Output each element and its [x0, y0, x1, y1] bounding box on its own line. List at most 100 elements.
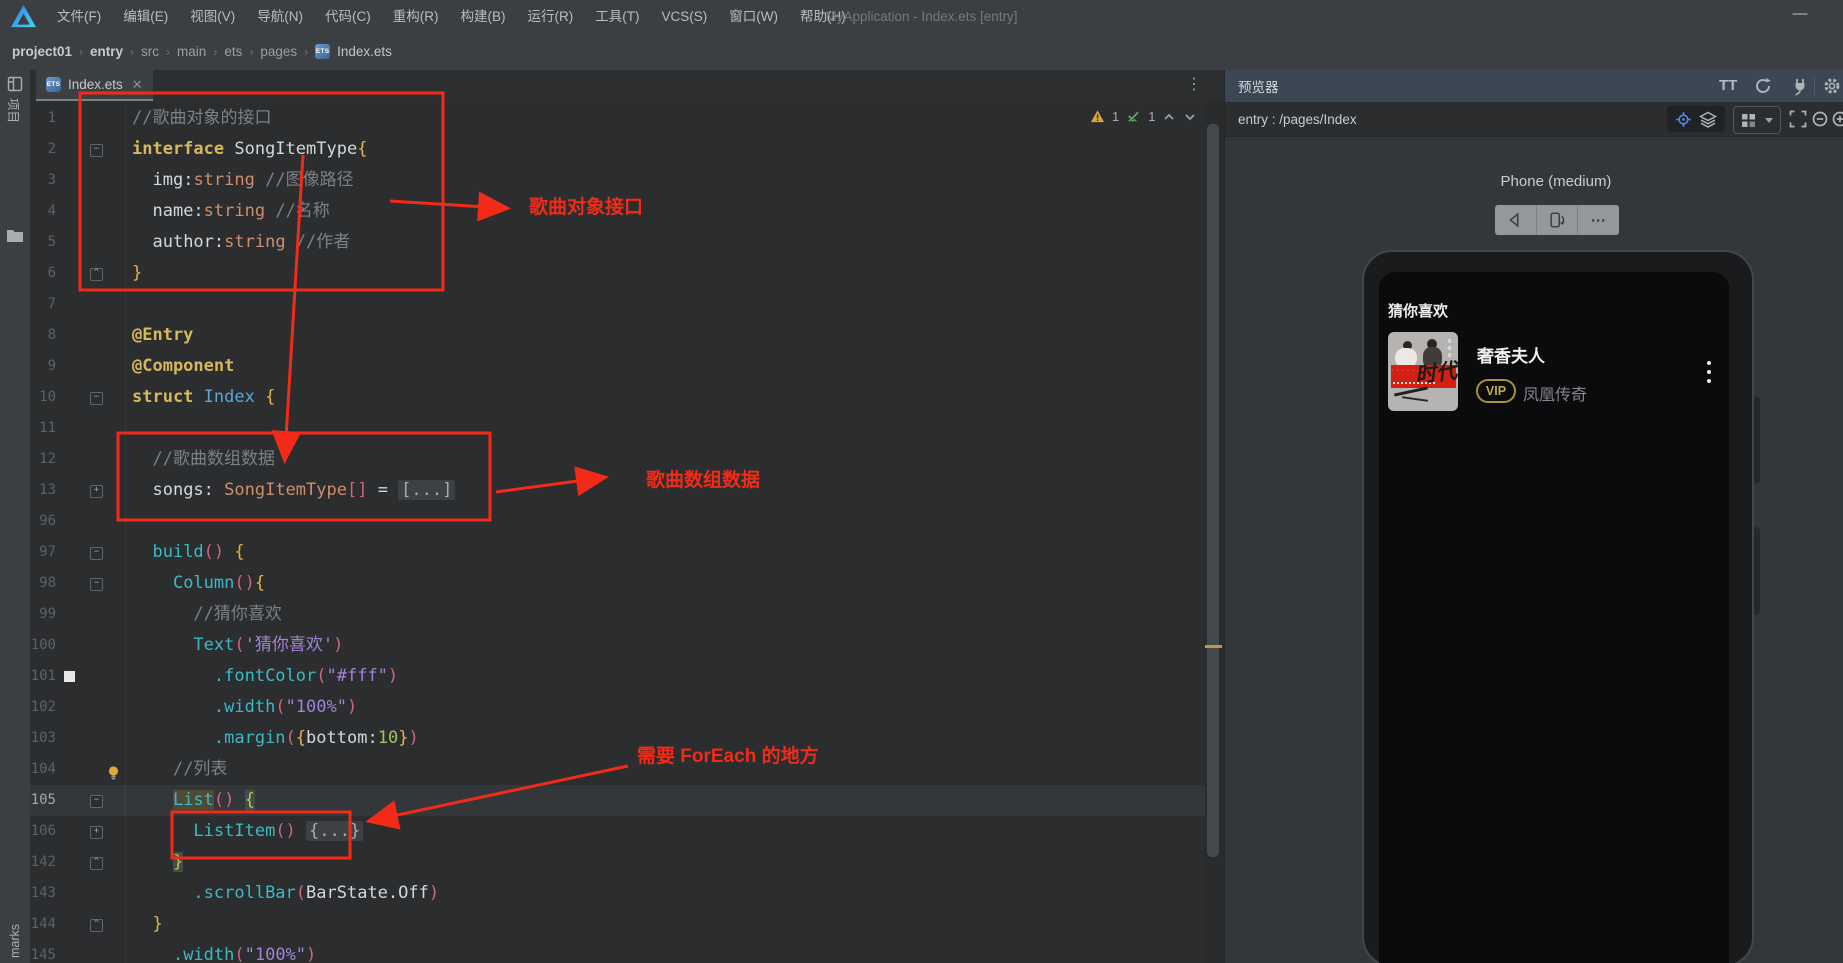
line-number[interactable]: 1 — [30, 103, 56, 134]
code-text[interactable]: } — [126, 909, 163, 940]
gutter-markers[interactable] — [56, 320, 126, 351]
code-text[interactable]: //歌曲对象的接口 — [126, 103, 271, 134]
code-text[interactable]: List() { — [126, 785, 255, 816]
breadcrumb-item[interactable]: src — [141, 44, 159, 59]
fold-marker-icon[interactable]: ^ — [90, 268, 103, 281]
menu-item[interactable]: 帮助(H) — [789, 0, 857, 33]
line-number[interactable]: 7 — [30, 289, 56, 320]
inspector-crosshair-icon[interactable] — [1675, 111, 1692, 128]
gutter-markers[interactable] — [56, 506, 126, 537]
prev-issue-chevron-icon[interactable] — [1162, 110, 1176, 124]
code-line[interactable]: 6 ^} — [30, 258, 1205, 289]
gutter-markers[interactable] — [56, 599, 126, 630]
code-line[interactable]: 13+ songs: SongItemType[] = [...] — [30, 475, 1205, 506]
gutter-markers[interactable] — [56, 754, 126, 785]
code-line[interactable]: 3 img:string //图像路径 — [30, 165, 1205, 196]
line-number[interactable]: 144 — [30, 909, 56, 940]
gutter-markers[interactable] — [56, 878, 126, 909]
code-text[interactable]: Text('猜你喜欢') — [126, 630, 343, 661]
breadcrumb-item[interactable]: entry — [90, 44, 123, 59]
line-number[interactable]: 3 — [30, 165, 56, 196]
code-line[interactable]: 10 − struct Index { — [30, 382, 1205, 413]
orientation-button[interactable] — [1536, 205, 1578, 235]
menu-item[interactable]: 运行(R) — [517, 0, 585, 33]
gutter-markers[interactable] — [56, 630, 126, 661]
gutter-markers[interactable] — [56, 413, 126, 444]
line-number[interactable]: 101 — [30, 661, 56, 692]
code-text[interactable]: .width("100%") — [126, 692, 357, 723]
line-number[interactable]: 100 — [30, 630, 56, 661]
code-text[interactable]: } — [126, 847, 183, 878]
minimize-button[interactable]: — — [1785, 0, 1815, 28]
fold-marker-icon[interactable]: + — [90, 485, 103, 498]
code-text[interactable]: .fontColor("#fff") — [126, 661, 398, 692]
menu-item[interactable]: 重构(R) — [382, 0, 450, 33]
line-number[interactable]: 104 — [30, 754, 56, 785]
code-text[interactable]: .scrollBar(BarState.Off) — [126, 878, 439, 909]
code-line[interactable]: 103 .margin({bottom:10}) — [30, 723, 1205, 754]
line-number[interactable]: 98 — [30, 568, 56, 599]
layout-grid-dropdown[interactable] — [1733, 106, 1781, 134]
code-text[interactable]: //猜你喜欢 — [126, 599, 282, 630]
gutter-markers[interactable] — [56, 692, 126, 723]
gear-icon[interactable] — [1822, 76, 1842, 96]
layers-icon[interactable] — [1699, 111, 1717, 128]
line-number[interactable]: 103 — [30, 723, 56, 754]
code-text[interactable]: author:string //作者 — [126, 227, 350, 258]
line-number[interactable]: 96 — [30, 506, 56, 537]
gutter-markers[interactable] — [56, 444, 126, 475]
code-line[interactable]: 1 //歌曲对象的接口 — [30, 103, 1205, 134]
code-line[interactable]: 98− Column(){ — [30, 568, 1205, 599]
rotate-left-button[interactable] — [1495, 205, 1536, 235]
gutter-markers[interactable]: ^ — [56, 909, 126, 940]
code-line[interactable]: 11 — [30, 413, 1205, 444]
line-number[interactable]: 143 — [30, 878, 56, 909]
gutter-markers[interactable] — [56, 165, 126, 196]
code-text[interactable]: ListItem() {...} — [126, 816, 363, 847]
line-number[interactable]: 12 — [30, 444, 56, 475]
tab-options-kebab-icon[interactable]: ⋮ — [1186, 74, 1202, 94]
breadcrumb-item[interactable]: project01 — [12, 44, 72, 59]
code-text[interactable] — [126, 413, 132, 444]
code-text[interactable]: } — [126, 258, 142, 289]
code-text[interactable]: //列表 — [126, 754, 227, 785]
gutter-markers[interactable]: − — [56, 568, 126, 599]
menu-item[interactable]: 工具(T) — [584, 0, 650, 33]
code-text[interactable]: struct Index { — [126, 382, 275, 413]
plug-icon[interactable] — [1789, 76, 1811, 98]
fold-marker-icon[interactable]: − — [90, 392, 103, 405]
gutter-markers[interactable] — [56, 351, 126, 382]
code-text[interactable]: .width("100%") — [126, 940, 316, 963]
code-text[interactable] — [126, 289, 132, 320]
menu-item[interactable]: 代码(C) — [314, 0, 382, 33]
refresh-icon[interactable] — [1753, 76, 1773, 96]
menu-item[interactable]: 窗口(W) — [718, 0, 789, 33]
code-text[interactable]: //歌曲数组数据 — [126, 444, 275, 475]
code-line[interactable]: 100 Text('猜你喜欢') — [30, 630, 1205, 661]
menu-item[interactable]: 构建(B) — [450, 0, 517, 33]
code-line[interactable]: 96 — [30, 506, 1205, 537]
inspections-widget[interactable]: 1 1 — [1090, 109, 1197, 124]
code-text[interactable]: .margin({bottom:10}) — [126, 723, 419, 754]
gutter-markers[interactable]: − — [56, 785, 126, 816]
line-number[interactable]: 10 — [30, 382, 56, 413]
menu-item[interactable]: 编辑(E) — [112, 0, 179, 33]
code-line[interactable]: 2−interface SongItemType{ — [30, 134, 1205, 165]
gutter-markers[interactable] — [56, 103, 126, 134]
gutter-markers[interactable] — [56, 196, 126, 227]
line-number[interactable]: 145 — [30, 940, 56, 963]
intention-bulb-icon[interactable] — [106, 765, 121, 781]
line-number[interactable]: 13 — [30, 475, 56, 506]
gutter-markers[interactable]: − — [56, 382, 126, 413]
bookmark-square-icon[interactable] — [64, 671, 75, 682]
code-line[interactable]: 145 .width("100%") — [30, 940, 1205, 963]
fold-marker-icon[interactable]: − — [90, 144, 103, 157]
code-line[interactable]: 8@Entry — [30, 320, 1205, 351]
font-size-icon[interactable]: TT — [1719, 77, 1737, 94]
line-number[interactable]: 102 — [30, 692, 56, 723]
code-line[interactable]: 99 //猜你喜欢 — [30, 599, 1205, 630]
line-number[interactable]: 6 — [30, 258, 56, 289]
project-tool-icon[interactable] — [7, 76, 23, 92]
code-text[interactable]: Column(){ — [126, 568, 265, 599]
breadcrumb-file[interactable]: Index.ets — [337, 44, 392, 59]
